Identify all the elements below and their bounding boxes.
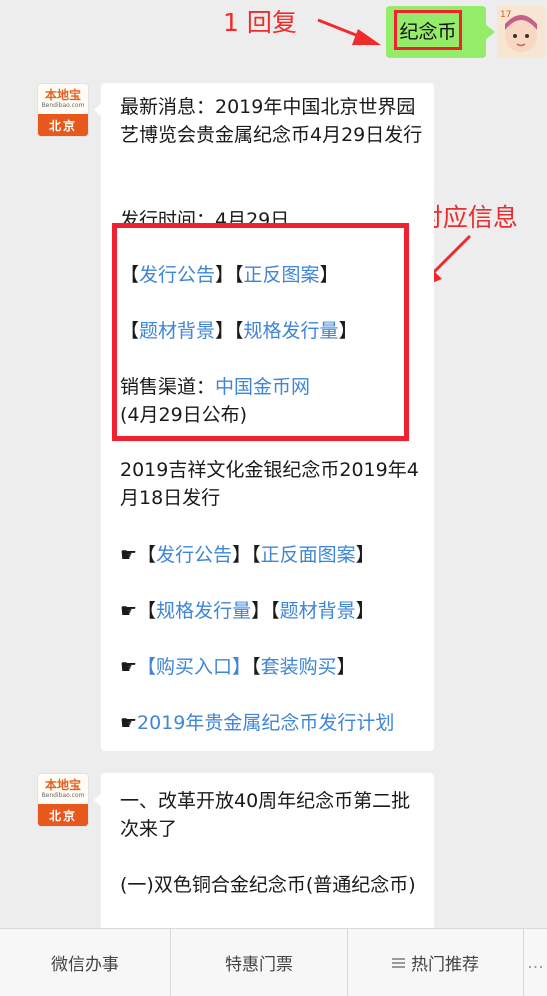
avatar-badge: 17 xyxy=(500,10,511,20)
my-message-text: 纪念币 xyxy=(394,10,462,50)
annotation-step1: 1 回复 xyxy=(223,8,297,37)
pointer-icon: ☛ xyxy=(120,544,138,566)
tab-wechat-services[interactable]: 微信办事 xyxy=(0,929,171,996)
logo-url: Bendibao.com xyxy=(41,792,85,799)
logo-brand: 本地宝 xyxy=(44,778,81,792)
links-row-d: ☛2019年贵金属纪念币发行计划 xyxy=(120,709,434,737)
links-row-b: ☛【规格发行量】【题材背景】 xyxy=(120,600,375,622)
my-message-bubble[interactable]: 纪念币 xyxy=(386,6,495,58)
pointer-icon: ☛ xyxy=(120,600,138,622)
link-theme-background-2[interactable]: 题材背景 xyxy=(280,600,356,622)
message2-line1: 一、改革开放40周年纪念币第二批次来了 xyxy=(120,790,411,840)
link-set-purchase[interactable]: 套装购买 xyxy=(261,656,337,678)
highlight-box xyxy=(112,223,409,441)
account-avatar[interactable]: 本地宝 Bendibao.com 北京 xyxy=(38,84,88,136)
my-avatar[interactable]: 17 xyxy=(497,6,545,58)
headline-text: 最新消息：2019年中国北京世界园艺博览会贵金属纪念币4月29日发行 xyxy=(120,96,423,146)
logo-url: Bendibao.com xyxy=(41,102,85,109)
tab-label: 微信办事 xyxy=(51,955,119,975)
logo-city: 北京 xyxy=(38,114,88,136)
tab-label: 特惠门票 xyxy=(225,955,293,975)
message-card-2: 一、改革开放40周年纪念币第二批次来了 (一)双色铜合金纪念币(普通纪念币) xyxy=(94,773,434,933)
annotation-arrow-1 xyxy=(317,18,381,45)
pointer-icon: ☛ xyxy=(120,712,138,734)
link-issue-notice-2[interactable]: 发行公告 xyxy=(156,544,232,566)
pointer-icon: ☛ xyxy=(120,656,138,678)
section2-title: 2019吉祥文化金银纪念币2019年4月18日发行 xyxy=(120,459,419,509)
account-avatar-2[interactable]: 本地宝 Bendibao.com 北京 xyxy=(38,774,88,826)
my-avatar-image: 17 xyxy=(497,6,545,58)
link-obverse-reverse-2[interactable]: 正反面图案 xyxy=(261,544,356,566)
tab-hot-recommend[interactable]: 热门推荐 xyxy=(348,929,524,996)
link-spec-quantity-2[interactable]: 规格发行量 xyxy=(156,600,251,622)
link-purchase-entry[interactable]: 【购买入口】 xyxy=(137,656,251,678)
logo-brand: 本地宝 xyxy=(44,88,81,102)
links-row-c: ☛【购买入口】【套装购买】 xyxy=(120,656,356,678)
tab-discount-tickets[interactable]: 特惠门票 xyxy=(171,929,348,996)
message2-line2: (一)双色铜合金纪念币(普通纪念币) xyxy=(120,874,416,896)
links-row-a: ☛【发行公告】【正反面图案】 xyxy=(120,544,375,566)
logo-city: 北京 xyxy=(38,804,88,826)
bottom-menu-bar: 微信办事 特惠门票 热门推荐 ... xyxy=(0,928,547,996)
menu-icon xyxy=(392,956,405,970)
tab-overflow-partial[interactable]: ... xyxy=(524,929,547,996)
tab-label: ... xyxy=(527,952,544,973)
link-2019-issue-plan[interactable]: 2019年贵金属纪念币发行计划 xyxy=(137,712,394,734)
tab-label: 热门推荐 xyxy=(411,955,479,975)
